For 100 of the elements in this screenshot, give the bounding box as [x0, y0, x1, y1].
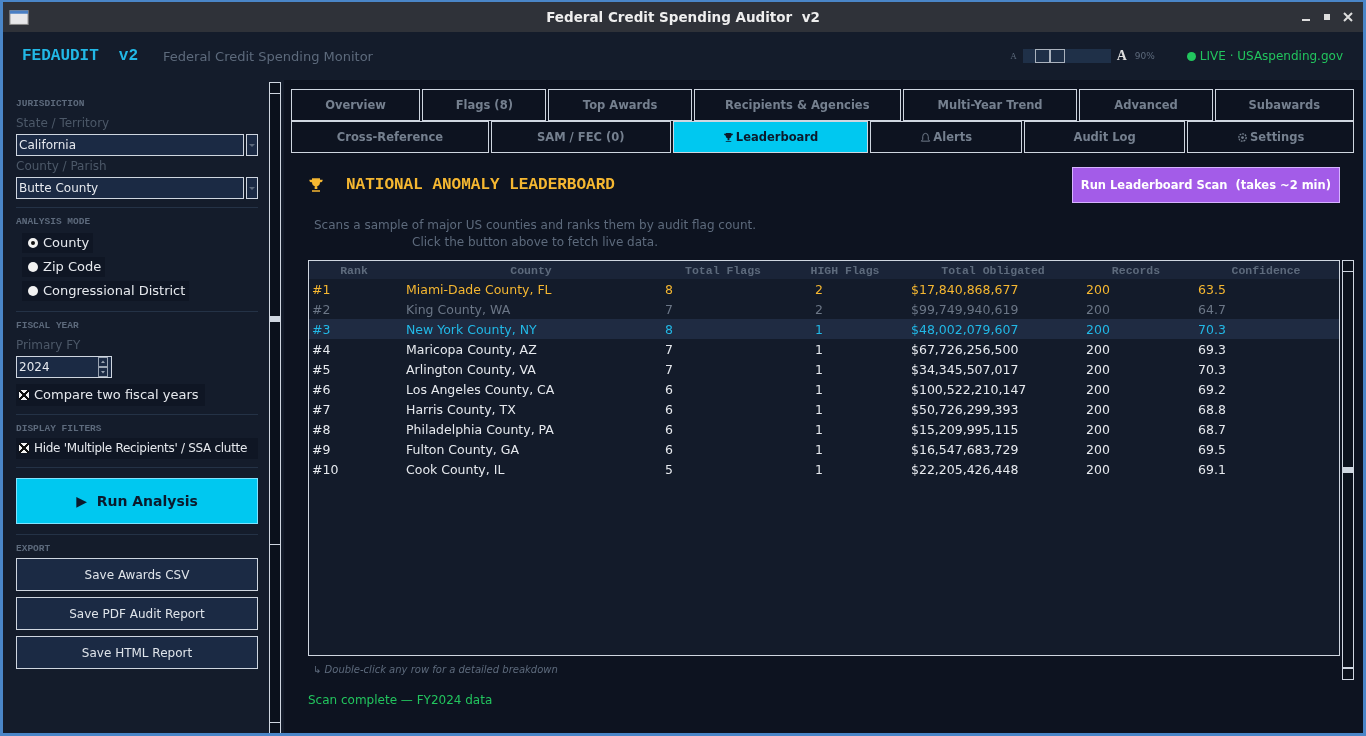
table-scrollbar[interactable] [1342, 260, 1354, 680]
table-cell-text: #7 [311, 401, 332, 417]
tab[interactable]: Recipients & Agencies [693, 89, 901, 121]
app-icon [9, 9, 29, 25]
tab[interactable]: Leaderboard [672, 121, 869, 153]
table-row[interactable]: #7 Harris County, TX 6 1 $50,726,299,393 200 68.8 [309, 399, 1339, 419]
leaderboard-title: NATIONAL ANOMALY LEADERBOARD [346, 176, 615, 194]
table-row[interactable]: #2 King County, WA 7 2 $99,749,940,619 200 64.7 [309, 299, 1339, 319]
checkbox-option[interactable]: Compare two fiscal years [16, 384, 205, 406]
table-cell-text: $34,345,507,017 [910, 361, 1020, 377]
table-cell-text: 69.5 [1198, 441, 1227, 457]
table-cell-text: 63.5 [1198, 281, 1227, 297]
table-cell-text: 200 [1085, 461, 1111, 477]
table-cell-text: 69.1 [1198, 461, 1227, 477]
table-row[interactable]: #3 New York County, NY 8 1 $48,002,079,607 200 70.3 [309, 319, 1339, 339]
scan-status: Scan complete — FY2024 data [308, 693, 494, 707]
tab[interactable]: Multi-Year Trend [902, 89, 1078, 121]
section-heading: EXPORT [16, 543, 51, 554]
table-cell-text: #1 [311, 281, 332, 297]
year-spinbox[interactable]: 2024 [16, 356, 112, 378]
table-cell-text: 6 [664, 401, 673, 417]
close-icon[interactable] [1343, 12, 1353, 22]
export-button[interactable]: Save Awards CSV [16, 558, 258, 591]
radio-option[interactable]: Congressional District [22, 281, 190, 301]
table-cell-text: 1 [814, 441, 823, 457]
description-text: Click the button above to fetch live data. [411, 234, 659, 251]
run-scan-button[interactable]: Run Leaderboard Scan (takes ~2 min) [1071, 167, 1340, 203]
zoom-reading: 90% [1134, 51, 1155, 61]
tab[interactable]: Audit Log [1023, 121, 1186, 153]
table-cell-text: 2 [814, 281, 823, 297]
table-row[interactable]: #4 Maricopa County, AZ 7 1 $67,726,256,500 200 69.3 [309, 339, 1339, 359]
table-cell-text: 200 [1085, 321, 1111, 337]
table-cell-text: 1 [814, 361, 823, 377]
app-version: v2 [118, 47, 138, 65]
tab[interactable]: Alerts [870, 121, 1022, 153]
table-cell-text: #9 [311, 441, 332, 457]
spin-arrows-icon[interactable] [98, 357, 108, 377]
table-cell-text: 5 [664, 461, 673, 477]
table-cell-text: New York County, NY [405, 321, 538, 337]
table-cell-text: 2 [814, 301, 823, 317]
table-cell-text: Miami-Dade County, FL [405, 281, 553, 297]
table-cell-text: Los Angeles County, CA [405, 381, 556, 397]
tab[interactable]: Flags (8) [422, 89, 547, 121]
dropdown-field[interactable]: California [16, 134, 244, 156]
tab[interactable]: Advanced [1079, 89, 1213, 121]
section-heading: DISPLAY FILTERS [16, 423, 102, 434]
table-cell-text: 7 [664, 361, 673, 377]
table-cell-text: #3 [311, 321, 332, 337]
tab[interactable]: Top Awards [548, 89, 692, 121]
run-analysis-button[interactable]: ▶ Run Analysis [16, 478, 258, 524]
tab[interactable]: SAM / FEC (0) [490, 121, 671, 153]
checkbox-option[interactable]: Hide 'Multiple Recipients' / SSA clutte [16, 438, 258, 459]
table-row[interactable]: #10 Cook County, IL 5 1 $22,205,426,448 200 69.1 [309, 459, 1339, 479]
checkbox[interactable] [19, 443, 29, 453]
maximize-icon[interactable] [1322, 12, 1332, 22]
table-cell-text: #5 [311, 361, 332, 377]
table-cell-text: $48,002,079,607 [910, 321, 1020, 337]
field-label: County / Parish [16, 159, 107, 173]
export-button[interactable]: Save PDF Audit Report [16, 597, 258, 630]
tab[interactable]: Overview [291, 89, 421, 121]
dropdown-field[interactable]: Butte County [16, 177, 244, 199]
table-cell-text: 200 [1085, 361, 1111, 377]
table-row[interactable]: #8 Philadelphia County, PA 6 1 $15,209,995,115 200 68.7 [309, 419, 1339, 439]
table-row[interactable]: #6 Los Angeles County, CA 6 1 $100,522,210,147 200 69.2 [309, 379, 1339, 399]
table-cell-text: Fulton County, GA [405, 441, 521, 457]
table-cell-text: Philadelphia County, PA [405, 421, 555, 437]
radio-option[interactable]: Zip Code [22, 257, 106, 277]
column-header: Records [1110, 263, 1162, 277]
table-cell-text: 69.2 [1198, 381, 1227, 397]
table-cell-text: 64.7 [1198, 301, 1227, 317]
table-cell-text: 1 [814, 381, 823, 397]
tab[interactable]: Subawards [1214, 89, 1354, 121]
table-cell-text: 200 [1085, 301, 1111, 317]
column-header: Rank [339, 263, 369, 277]
table-cell-text: 70.3 [1198, 321, 1227, 337]
checkbox[interactable] [19, 389, 29, 400]
table-row[interactable]: #9 Fulton County, GA 6 1 $16,547,683,729 200 69.5 [309, 439, 1339, 459]
table-cell-text: 200 [1085, 381, 1111, 397]
table-cell-text: 8 [664, 281, 673, 297]
table-cell-text: $16,547,683,729 [910, 441, 1020, 457]
large-font-label: A [1116, 48, 1127, 64]
font-size-slider[interactable] [1022, 49, 1111, 63]
table-row[interactable]: #5 Arlington County, VA 7 1 $34,345,507,017 200 70.3 [309, 359, 1339, 379]
table-row[interactable]: #1 Miami-Dade County, FL 8 2 $17,840,868,677 200 63.5 [309, 279, 1339, 299]
table-cell-text: Arlington County, VA [405, 361, 537, 377]
column-header: Total Flags [684, 263, 762, 277]
hint-text: ↳ Double-click any row for a detailed breakdown [313, 664, 559, 675]
radio-option[interactable]: County [22, 233, 94, 253]
column-header: Total Obligated [940, 263, 1046, 277]
export-button[interactable]: Save HTML Report [16, 636, 258, 669]
section-heading: ANALYSIS MODE [16, 216, 91, 227]
tab[interactable]: Cross-Reference [291, 121, 489, 153]
table-cell-text: 69.3 [1198, 341, 1227, 357]
bell-icon [920, 131, 932, 143]
table-cell-text: Cook County, IL [405, 461, 506, 477]
table-cell-text: 200 [1085, 441, 1111, 457]
table-cell-text: 6 [664, 381, 673, 397]
table-cell-text: $67,726,256,500 [910, 341, 1020, 357]
tab[interactable]: Settings [1187, 121, 1354, 153]
sidebar-scrollbar[interactable] [269, 82, 281, 733]
